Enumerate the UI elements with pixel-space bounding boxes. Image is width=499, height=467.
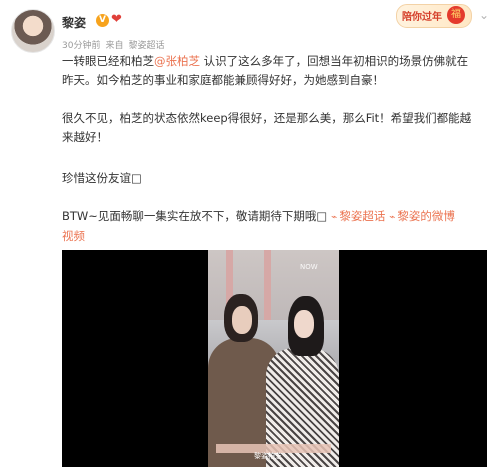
badge-text[interactable]: 陪你过年 (402, 8, 442, 23)
author-name[interactable]: 黎姿 (62, 14, 86, 31)
post-text-segment: 来越好！ (62, 130, 108, 144)
video-caption: 黎姿柏芝 (254, 452, 282, 460)
post-text-segment: 昨天。如今柏芝的事业和家庭都能兼顾得好好，为她感到自豪！ (62, 73, 384, 87)
post-paragraph-3: 珍惜这份友谊□ (62, 169, 487, 188)
post-time[interactable]: 30分钟前 (62, 41, 100, 51)
post-paragraph-1: 一转眼已经和柏芝@张柏芝 认识了这么多年了，回想当年初相识的场景仿佛就在 昨天。… (62, 52, 487, 90)
verified-icon: V (96, 14, 109, 27)
avatar[interactable] (11, 9, 55, 53)
post-text-segment: 认识了这么多年了，回想当年初相识的场景仿佛就在 (200, 54, 469, 68)
red-envelope-icon[interactable]: 福 (447, 6, 465, 24)
post-text-segment: 很久不见，柏芝的状态依然keep得很好，还是那么美，那么Fit！希望我们都能越 (62, 111, 472, 125)
video-frame[interactable]: 黎姿柏芝 (208, 250, 339, 467)
video-logo: NOW (300, 263, 318, 271)
post-paragraph-2: 很久不见，柏芝的状态依然keep得很好，还是那么美，那么Fit！希望我们都能越 … (62, 109, 487, 147)
link-icon: ⌁ (389, 212, 396, 223)
post-source[interactable]: 黎姿超话 (128, 41, 164, 51)
mention-link[interactable]: @张柏芝 (154, 54, 200, 68)
post-meta: 30分钟前 来自 黎姿超话 (62, 38, 169, 51)
video-link[interactable]: 视频 (62, 229, 85, 243)
link-icon: ⌁ (331, 212, 338, 223)
from-label: 来自 (105, 41, 124, 51)
chevron-down-icon[interactable]: ⌄ (479, 8, 489, 22)
post-paragraph-4: BTW~见面畅聊一集实在放不下，敬请期待下期哦□ ⌁ 黎姿超话 ⌁ 黎姿的微博 视频 (62, 207, 487, 246)
post-text-segment: BTW~见面畅聊一集实在放不下，敬请期待下期哦□ (62, 209, 328, 223)
post-text-segment: 珍惜这份友谊□ (62, 171, 142, 185)
topic-link[interactable]: 黎姿超话 (339, 209, 385, 223)
profile-link[interactable]: 黎姿的微博 (397, 209, 455, 223)
heart-icon: ❤ (111, 12, 122, 27)
post-text-segment: 一转眼已经和柏芝 (62, 54, 154, 68)
